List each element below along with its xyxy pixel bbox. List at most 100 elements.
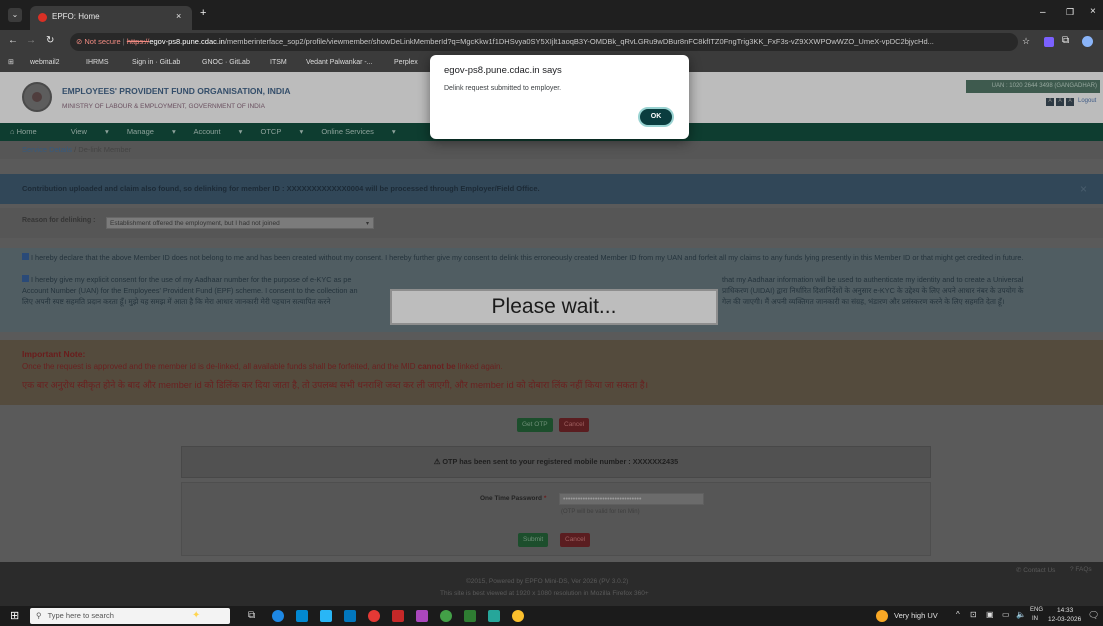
reload-icon[interactable]: ↻ bbox=[46, 35, 54, 46]
nav-view[interactable]: View ▾ bbox=[71, 127, 109, 136]
input-lang-en[interactable]: ENG bbox=[1030, 607, 1043, 613]
consent-aadhaar-line1-end: that my Aadhaar information will be used… bbox=[722, 275, 1024, 284]
consent-aadhaar-line2-end: प्राधिकरण (UIDAI) द्वारा निर्धारित दिशान… bbox=[722, 286, 1024, 295]
weather-label[interactable]: Very high UV bbox=[894, 611, 938, 620]
bookmark-itsm[interactable]: ITSM bbox=[270, 54, 287, 72]
profile-avatar-icon[interactable] bbox=[1082, 36, 1093, 47]
close-window-icon[interactable]: × bbox=[1090, 6, 1096, 17]
taskbar-search-placeholder: Type here to search bbox=[47, 611, 114, 620]
url-field[interactable]: ⊘ Not secure | https://egov-ps8.pune.cda… bbox=[70, 33, 1018, 51]
edge-browser-icon[interactable] bbox=[272, 610, 284, 622]
new-tab-icon[interactable]: + bbox=[200, 7, 206, 19]
word-icon[interactable] bbox=[392, 610, 404, 622]
font-size-large-button[interactable]: A bbox=[1066, 98, 1074, 106]
delink-info-alert: Contribution uploaded and claim also fou… bbox=[0, 174, 1103, 204]
logout-link[interactable]: Logout bbox=[1078, 98, 1096, 104]
bookmark-perplexity[interactable]: Perplex bbox=[394, 54, 418, 72]
minimize-icon[interactable]: – bbox=[1040, 7, 1046, 18]
extensions-puzzle-icon[interactable]: ⧉ bbox=[1062, 35, 1069, 46]
alert-close-icon[interactable]: × bbox=[1080, 174, 1087, 204]
font-size-small-button[interactable]: A bbox=[1046, 98, 1054, 106]
url-scheme: https:// bbox=[126, 37, 150, 46]
ok-button[interactable]: OK bbox=[638, 107, 674, 127]
bookmark-gitlab-signin[interactable]: Sign in · GitLab bbox=[132, 54, 180, 72]
teams-icon[interactable] bbox=[296, 610, 308, 622]
browser-tab[interactable]: EPFO: Home × bbox=[30, 6, 192, 30]
get-otp-button[interactable]: Get OTP bbox=[517, 418, 553, 432]
epfo-logo bbox=[22, 82, 52, 112]
opera-icon[interactable] bbox=[368, 610, 380, 622]
maximize-icon[interactable]: ❐ bbox=[1066, 7, 1074, 18]
bookmark-ihrms[interactable]: IHRMS bbox=[86, 54, 109, 72]
reason-label: Reason for delinking : bbox=[22, 217, 96, 224]
footer-faqs-link[interactable]: ? FAQs bbox=[1070, 566, 1092, 573]
tray-display-icon[interactable]: ▣ bbox=[986, 610, 994, 619]
footer-contact-link[interactable]: ✆ Contact Us bbox=[1016, 566, 1055, 574]
declaration-checkbox[interactable] bbox=[22, 253, 29, 260]
browser-tab-strip: ⌄ EPFO: Home × + – ❐ × bbox=[0, 0, 1103, 30]
page-content: EMPLOYEES' PROVIDENT FUND ORGANISATION, … bbox=[0, 72, 1103, 606]
apps-grid-icon[interactable]: ⊞ bbox=[8, 54, 14, 72]
otp-input[interactable]: •••••••••••••••••••••••••••••••• bbox=[559, 493, 704, 505]
url-host: egov-ps8.pune.cdac.in bbox=[149, 37, 225, 46]
spotify-icon[interactable] bbox=[440, 610, 452, 622]
bookmark-webmail2[interactable]: webmail2 bbox=[30, 54, 60, 72]
epfo-favicon-icon bbox=[38, 13, 47, 22]
forward-icon[interactable]: → bbox=[26, 35, 36, 46]
url-path: /memberinterface_sop2/profile/viewmember… bbox=[224, 37, 934, 46]
consent-aadhaar-line1: I hereby give my explicit consent for th… bbox=[22, 275, 402, 285]
not-secure-icon: ⊘ bbox=[76, 37, 83, 46]
extension-icon[interactable] bbox=[1044, 37, 1054, 47]
app-icon[interactable] bbox=[488, 610, 500, 622]
nav-account[interactable]: Account ▾ bbox=[193, 127, 242, 136]
weather-icon[interactable] bbox=[876, 610, 888, 622]
task-view-icon[interactable]: ⧉ bbox=[248, 610, 260, 622]
nav-otcp[interactable]: OTCP ▾ bbox=[261, 127, 304, 136]
font-size-normal-button[interactable]: A bbox=[1056, 98, 1064, 106]
nav-home[interactable]: ⌂ Home bbox=[10, 127, 53, 136]
tray-network-icon[interactable]: ⊡ bbox=[970, 610, 977, 619]
otp-form: One Time Password * ••••••••••••••••••••… bbox=[181, 482, 931, 556]
tray-chevron-icon[interactable]: ^ bbox=[956, 610, 960, 619]
volume-icon[interactable]: 🔈 bbox=[1016, 610, 1026, 619]
windows-start-icon[interactable]: ⊞ bbox=[10, 609, 19, 622]
otp-label: One Time Password * bbox=[480, 495, 547, 502]
site-footer: ©2015, Powered by EPFO Mini-DS, Ver 2026… bbox=[0, 562, 1103, 606]
excel-icon[interactable] bbox=[464, 610, 476, 622]
mail-icon[interactable] bbox=[344, 610, 356, 622]
taskbar-time[interactable]: 14:33 bbox=[1057, 607, 1073, 614]
store-icon[interactable] bbox=[320, 610, 332, 622]
submit-button[interactable]: Submit bbox=[518, 533, 549, 547]
copilot-sparkle-icon[interactable]: ✦ bbox=[192, 610, 204, 622]
notifications-icon[interactable]: 🗨 bbox=[1088, 610, 1099, 621]
consent-aadhaar-line3: लिए अपनी स्पष्ट सहमति प्रदान करता हूँ। म… bbox=[22, 297, 331, 306]
footer-copyright: ©2015, Powered by EPFO Mini-DS, Ver 2026… bbox=[466, 578, 629, 585]
bookmark-star-icon[interactable]: ☆ bbox=[1022, 36, 1030, 47]
dialog-message: Delink request submitted to employer. bbox=[444, 85, 562, 92]
nav-manage[interactable]: Manage ▾ bbox=[127, 127, 176, 136]
slack-icon[interactable] bbox=[416, 610, 428, 622]
breadcrumb-current: De-link Member bbox=[78, 145, 132, 154]
ministry-name: MINISTRY OF LABOUR & EMPLOYMENT, GOVERNM… bbox=[62, 103, 265, 110]
nav-online-services[interactable]: Online Services ▾ bbox=[321, 127, 395, 136]
cancel-button[interactable]: Cancel bbox=[559, 418, 590, 432]
important-heading: Important Note: bbox=[22, 349, 86, 359]
consent-declaration: I hereby declare that the above Member I… bbox=[22, 253, 1082, 263]
bookmark-gnoc-gitlab[interactable]: GNOC · GitLab bbox=[202, 54, 250, 72]
chrome-icon[interactable] bbox=[512, 610, 524, 622]
reason-select[interactable]: Establishment offered the employment, bu… bbox=[106, 217, 374, 229]
otp-sent-banner: ⚠ OTP has been sent to your registered m… bbox=[181, 446, 931, 478]
back-icon[interactable]: ← bbox=[8, 35, 18, 46]
uan-badge: UAN : 1020 2644 3498 (GANGADHAR) bbox=[966, 80, 1100, 93]
alert-dialog: egov-ps8.pune.cdac.in says Delink reques… bbox=[430, 55, 689, 139]
taskbar-date[interactable]: 12-03-2026 bbox=[1048, 616, 1081, 623]
aadhaar-consent-checkbox[interactable] bbox=[22, 275, 29, 282]
tab-close-icon[interactable]: × bbox=[176, 11, 181, 21]
input-lang-in[interactable]: IN bbox=[1032, 616, 1038, 622]
breadcrumb-service-details[interactable]: Service Details bbox=[22, 145, 72, 154]
tray-battery-icon[interactable]: ▭ bbox=[1002, 610, 1010, 619]
consent-aadhaar-line2: Account Number (UAN) for the Employees' … bbox=[22, 286, 358, 295]
cancel-otp-button[interactable]: Cancel bbox=[560, 533, 591, 547]
bookmark-vedant[interactable]: Vedant Palwankar -... bbox=[306, 54, 373, 72]
tab-search-icon[interactable]: ⌄ bbox=[8, 8, 22, 22]
